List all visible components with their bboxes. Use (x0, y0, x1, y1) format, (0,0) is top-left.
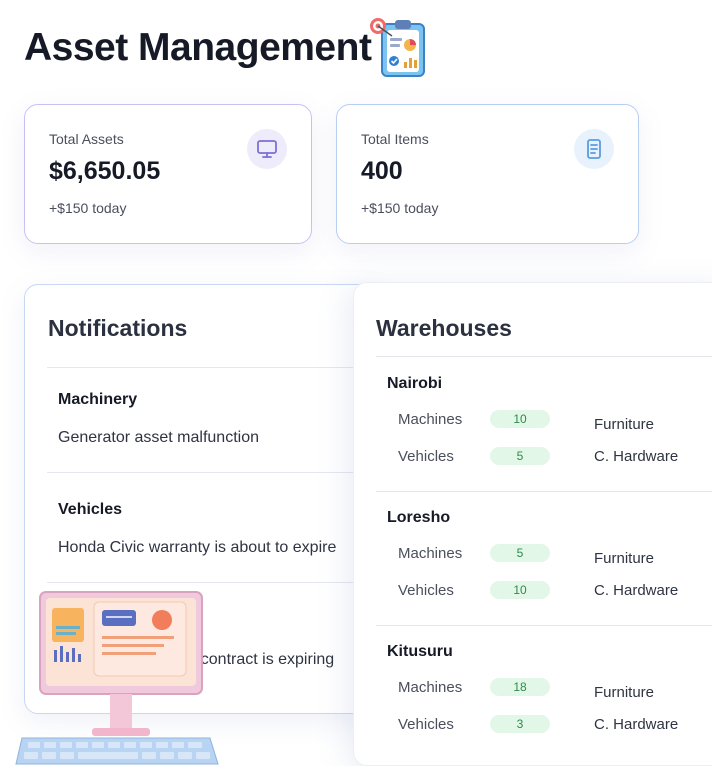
monitor-icon (247, 129, 287, 169)
notification-category: Vehicles (58, 501, 384, 519)
vehicles-count-badge: 3 (490, 715, 550, 733)
notification-item[interactable]: Vehicles Honda Civic warranty is about t… (58, 501, 384, 557)
warehouse-name: Kitusuru (387, 643, 453, 661)
computer-illustration (14, 590, 220, 766)
machines-count-badge: 10 (490, 410, 550, 428)
notification-category: Machinery (58, 391, 384, 409)
vehicles-count-badge: 10 (490, 581, 550, 599)
notification-message: Generator asset malfunction (58, 429, 384, 447)
hardware-label: C. Hardware (594, 448, 678, 465)
notifications-title: Notifications (48, 315, 187, 342)
warehouse-name: Loresho (387, 509, 450, 527)
divider (376, 356, 712, 357)
notification-message: Honda Civic warranty is about to expire (58, 539, 384, 557)
warehouse-name: Nairobi (387, 375, 442, 393)
divider (47, 367, 383, 368)
machines-count-badge: 5 (490, 544, 550, 562)
warehouses-title: Warehouses (376, 315, 512, 342)
furniture-label: Furniture (594, 550, 654, 567)
furniture-label: Furniture (594, 684, 654, 701)
hardware-label: C. Hardware (594, 582, 678, 599)
warehouse-loresho[interactable]: Loresho Machines 5 Furniture Vehicles 10… (354, 509, 712, 629)
machines-count-badge: 18 (490, 678, 550, 696)
machines-label: Machines (398, 679, 462, 696)
vehicles-count-badge: 5 (490, 447, 550, 465)
divider (376, 491, 712, 492)
machines-label: Machines (398, 411, 462, 428)
vehicles-label: Vehicles (398, 448, 454, 465)
stat-card-total-assets: Total Assets $6,650.05 +$150 today (24, 104, 312, 244)
divider (47, 582, 383, 583)
warehouse-kitusuru[interactable]: Kitusuru Machines 18 Furniture Vehicles … (354, 643, 712, 763)
stat-card-total-items: Total Items 400 +$150 today (336, 104, 639, 244)
stat-change: +$150 today (361, 200, 614, 216)
warehouses-card: Warehouses Nairobi Machines 10 Furniture… (353, 282, 712, 766)
vehicles-label: Vehicles (398, 582, 454, 599)
machines-label: Machines (398, 545, 462, 562)
clipboard-target-icon (368, 16, 430, 80)
document-icon (574, 129, 614, 169)
hardware-label: C. Hardware (594, 716, 678, 733)
warehouse-nairobi[interactable]: Nairobi Machines 10 Furniture Vehicles 5… (354, 375, 712, 495)
divider (376, 625, 712, 626)
stat-change: +$150 today (49, 200, 287, 216)
page-title: Asset Management (24, 26, 371, 70)
divider (47, 472, 383, 473)
vehicles-label: Vehicles (398, 716, 454, 733)
stat-value: 400 (361, 157, 614, 186)
furniture-label: Furniture (594, 416, 654, 433)
notification-item[interactable]: Machinery Generator asset malfunction (58, 391, 384, 447)
